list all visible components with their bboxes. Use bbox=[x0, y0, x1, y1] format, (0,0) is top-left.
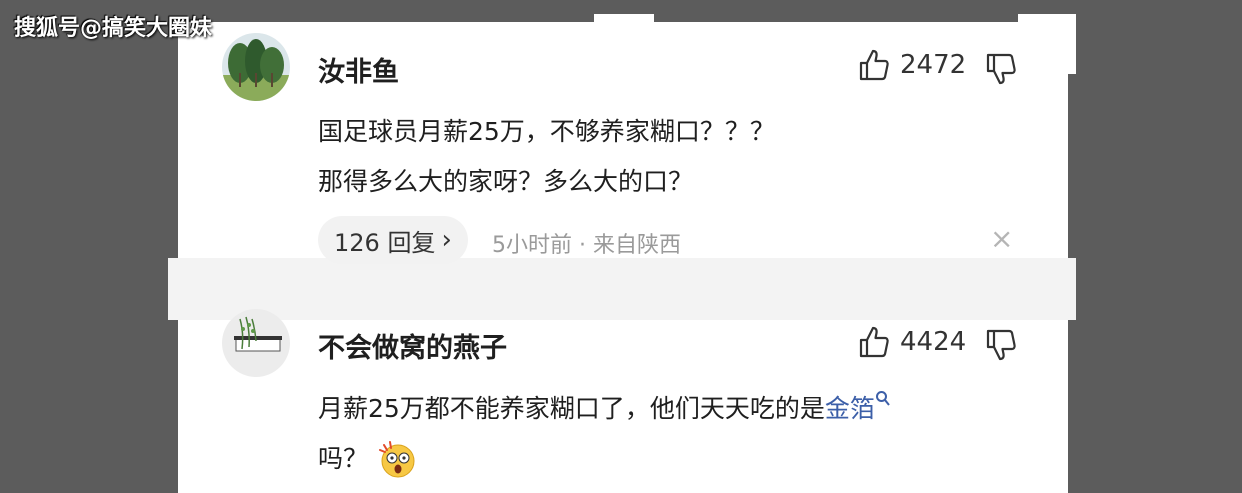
chevron-right-icon: › bbox=[441, 225, 452, 255]
like-count: 4424 bbox=[900, 327, 967, 357]
dislike-button[interactable] bbox=[985, 328, 1017, 366]
close-icon[interactable]: × bbox=[990, 222, 1013, 255]
comment-line: 那得多么大的家呀？多么大的口？ bbox=[318, 167, 694, 196]
like-count: 2472 bbox=[900, 50, 967, 80]
thumbs-up-icon bbox=[859, 49, 889, 81]
comment-line: 吗？ bbox=[318, 434, 891, 484]
watermark: 搜狐号@搞笑大圈妹 bbox=[14, 16, 213, 41]
dislike-button[interactable] bbox=[985, 52, 1017, 90]
avatar[interactable] bbox=[222, 33, 290, 101]
willow-avatar-image bbox=[222, 309, 290, 377]
thumbs-up-icon bbox=[859, 326, 889, 358]
comment-divider bbox=[168, 258, 1076, 320]
shocked-emoji-icon bbox=[379, 441, 415, 478]
comment-meta: 5小时前 · 来自陕西 bbox=[492, 233, 681, 258]
comment-line: 月薪25万都不能养家糊口了，他们天天吃的是金箔 bbox=[318, 384, 891, 434]
reply-button[interactable]: 126 回复 › bbox=[318, 216, 468, 264]
username[interactable]: 汝非鱼 bbox=[318, 50, 399, 89]
comment-text-segment: 吗？ bbox=[318, 444, 369, 473]
search-icon[interactable] bbox=[875, 390, 891, 408]
comment-text-segment: 月薪25万都不能养家糊口了，他们天天吃的是 bbox=[318, 394, 825, 423]
search-link[interactable]: 金箔 bbox=[825, 394, 875, 423]
like-button[interactable]: 4424 bbox=[858, 325, 966, 359]
comment-line: 国足球员月薪25万，不够养家糊口？？？ bbox=[318, 117, 775, 146]
comment-text: 国足球员月薪25万，不够养家糊口？？？ 那得多么大的家呀？多么大的口？ bbox=[318, 107, 775, 207]
avatar[interactable] bbox=[222, 309, 290, 377]
username[interactable]: 不会做窝的燕子 bbox=[318, 326, 507, 365]
thumbs-down-icon bbox=[986, 53, 1016, 85]
comment-text: 月薪25万都不能养家糊口了，他们天天吃的是金箔 吗？ bbox=[318, 384, 891, 484]
tree-avatar-image bbox=[222, 33, 290, 101]
reply-label: 126 回复 bbox=[334, 228, 436, 257]
like-button[interactable]: 2472 bbox=[858, 48, 966, 82]
thumbs-down-icon bbox=[986, 329, 1016, 361]
